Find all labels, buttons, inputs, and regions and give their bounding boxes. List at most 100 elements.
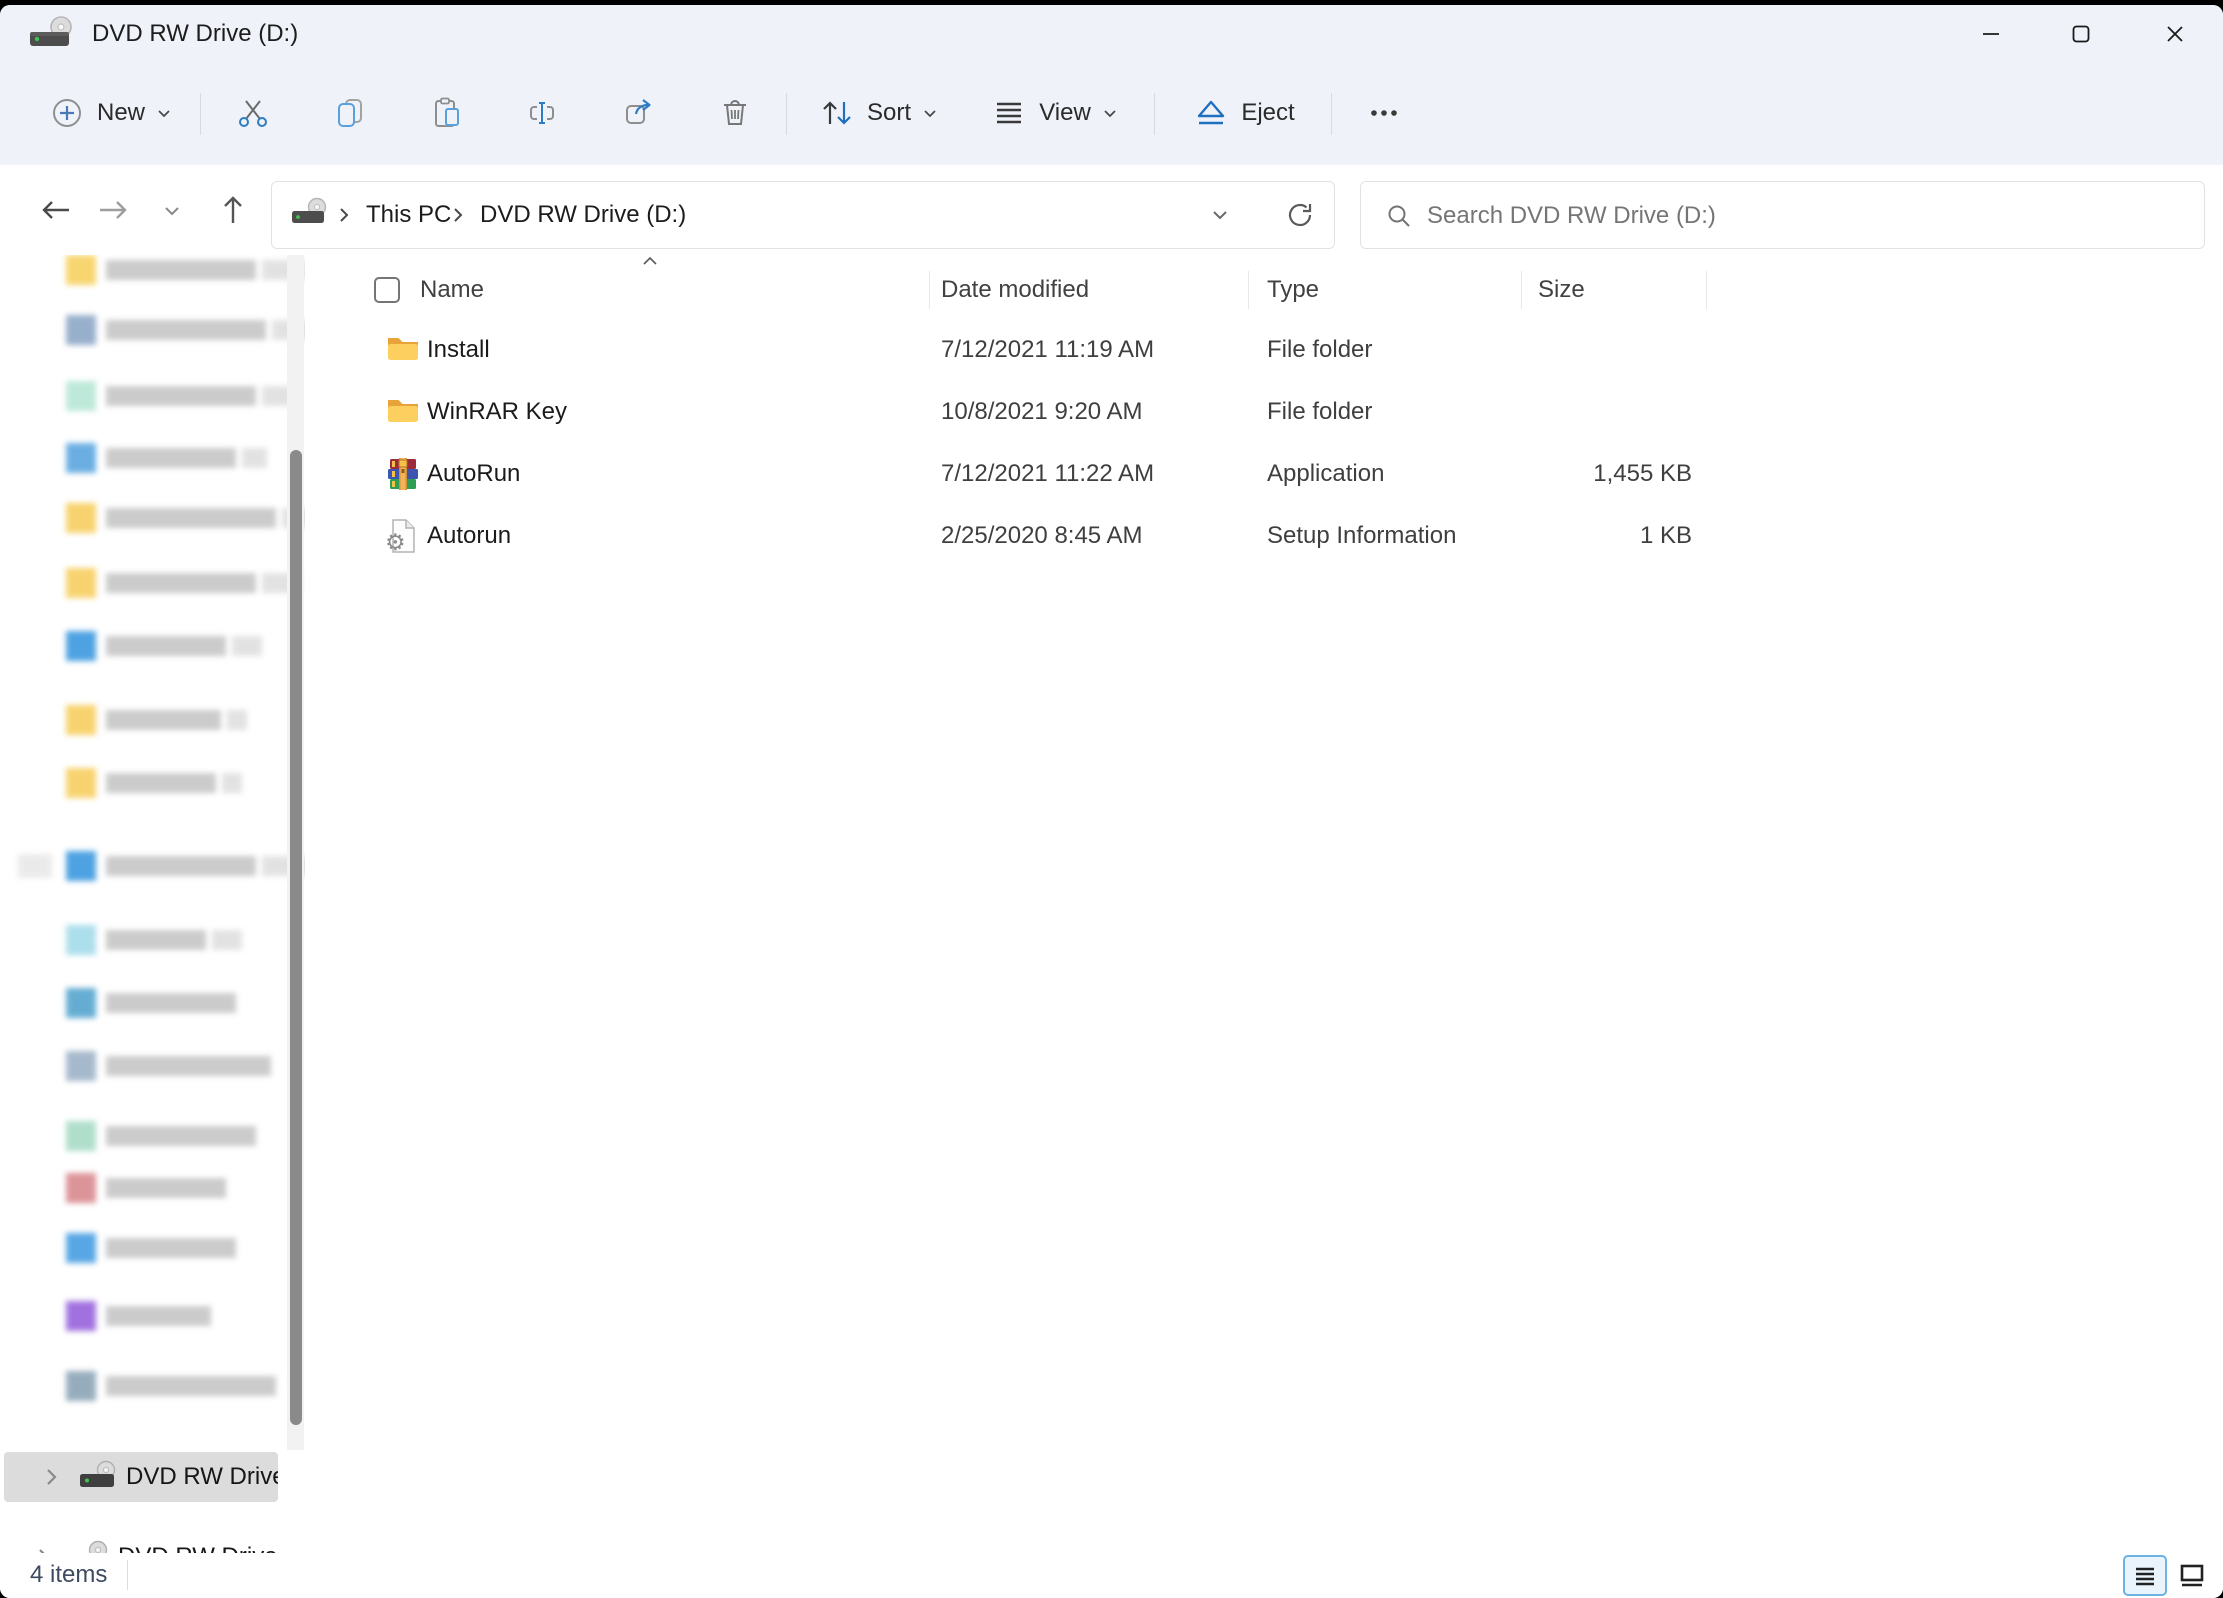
column-divider[interactable] [1521,271,1522,309]
sidebar-redacted-item[interactable] [0,1044,305,1088]
sidebar-redacted-item[interactable] [0,1166,305,1210]
file-date-modified: 7/12/2021 11:19 AM [941,319,1154,381]
explorer-window: DVD RW Drive (D:) New [0,5,2223,1598]
column-divider[interactable] [1706,271,1707,309]
file-row[interactable]: Install 7/12/2021 11:19 AM File folder [305,319,2223,381]
copy-button[interactable] [318,81,382,145]
search-input[interactable] [1425,183,2189,249]
chevron-down-icon [1101,104,1119,122]
window-title: DVD RW Drive (D:) [92,5,298,63]
rename-button[interactable] [511,81,575,145]
breadcrumb-chevron-icon [334,205,354,225]
minimize-button[interactable] [1958,5,2024,63]
column-divider[interactable] [1248,271,1249,309]
paste-button[interactable] [415,81,479,145]
refresh-icon [1285,200,1315,230]
eject-icon [1193,95,1229,131]
column-header-type[interactable]: Type [1267,265,1319,315]
file-type: Setup Information [1267,505,1456,567]
up-button[interactable] [209,186,257,234]
file-name: AutoRun [427,443,520,505]
maximize-icon [2070,23,2092,45]
drive-icon [290,196,330,232]
view-button[interactable]: View [980,81,1130,145]
sidebar-redacted-item[interactable] [0,918,305,962]
refresh-button[interactable] [1278,193,1322,237]
sidebar-redacted-item[interactable] [0,1114,305,1158]
file-row[interactable]: AutoRun 7/12/2021 11:22 AM Application 1… [305,443,2223,505]
file-name: Install [427,319,490,381]
recent-locations-button[interactable] [152,191,192,231]
sidebar-redacted-item[interactable] [0,1294,305,1338]
breadcrumb-current-location[interactable]: DVD RW Drive (D:) [472,182,694,248]
sidebar-redacted-item[interactable] [0,496,305,540]
sort-button-label: Sort [867,99,911,127]
eject-button[interactable]: Eject [1180,81,1308,145]
sidebar-scrollbar-thumb[interactable] [290,450,302,1425]
sidebar-redacted-item[interactable] [0,436,305,480]
maximize-button[interactable] [2048,5,2114,63]
sort-button[interactable]: Sort [806,81,952,145]
delete-button[interactable] [703,81,767,145]
up-icon [216,193,250,227]
sidebar-redacted-item[interactable] [0,308,305,352]
sidebar-redacted-item[interactable] [0,761,305,805]
sidebar-redacted-item[interactable] [0,624,305,668]
file-row[interactable]: ⚙ Autorun 2/25/2020 8:45 AM Setup Inform… [305,505,2223,567]
paste-icon [429,95,465,131]
sidebar-redacted-item[interactable] [0,1226,305,1270]
chevron-down-icon [921,104,939,122]
file-type: File folder [1267,319,1372,381]
sidebar-item-label: DVD RW Drive ( [126,1463,278,1491]
file-size: 1 KB [1520,505,1692,567]
winrar-app-icon [386,456,420,492]
file-list: Name Date modified Type Size Install 7/1… [305,255,2223,1553]
sidebar-redacted-item[interactable] [0,698,305,742]
status-bar: 4 items [0,1553,2223,1598]
toolbar-separator [1154,93,1155,135]
share-icon [621,95,657,131]
column-divider[interactable] [929,271,930,309]
column-header-date-modified[interactable]: Date modified [941,265,1089,315]
sidebar-redacted-item[interactable] [0,844,305,888]
file-type: Application [1267,443,1384,505]
column-header-name[interactable]: Name [420,265,484,315]
statusbar-separator [127,1560,128,1590]
new-button[interactable]: New [36,81,186,145]
view-icon [991,95,1027,131]
sidebar-redacted-item[interactable] [0,1364,305,1408]
chevron-down-icon [1208,203,1232,227]
sidebar-redacted-item[interactable] [0,374,305,418]
file-type: File folder [1267,381,1372,443]
column-header-row: Name Date modified Type Size [305,265,2223,315]
select-all-checkbox[interactable] [374,277,400,303]
cut-icon [235,95,271,131]
folder-icon [386,334,420,364]
copy-icon [332,95,368,131]
sidebar-redacted-item[interactable] [0,561,305,605]
address-dropdown-button[interactable] [1200,195,1240,235]
address-bar[interactable]: This PC DVD RW Drive (D:) [271,181,1335,249]
close-button[interactable] [2140,5,2210,63]
forward-button[interactable] [89,186,137,234]
sidebar-item-dvd-drive[interactable]: DVD RW Drive ( [4,1452,278,1502]
details-view-button[interactable] [2123,1555,2167,1596]
file-size [1520,381,1692,443]
cut-button[interactable] [221,81,285,145]
sort-icon [819,95,855,131]
chevron-down-icon [160,199,184,223]
eject-button-label: Eject [1241,99,1294,127]
more-options-button[interactable] [1352,81,1416,145]
file-name: WinRAR Key [427,381,567,443]
sidebar-redacted-item[interactable] [0,255,305,292]
column-header-size[interactable]: Size [1538,265,1585,315]
breadcrumb-this-pc[interactable]: This PC [358,182,459,248]
view-button-label: View [1039,99,1091,127]
file-row[interactable]: WinRAR Key 10/8/2021 9:20 AM File folder [305,381,2223,443]
share-button[interactable] [607,81,671,145]
file-size [1520,319,1692,381]
large-icons-view-button[interactable] [2171,1555,2213,1596]
item-count: 4 items [30,1553,107,1596]
sidebar-redacted-item[interactable] [0,981,305,1025]
back-button[interactable] [32,186,80,234]
